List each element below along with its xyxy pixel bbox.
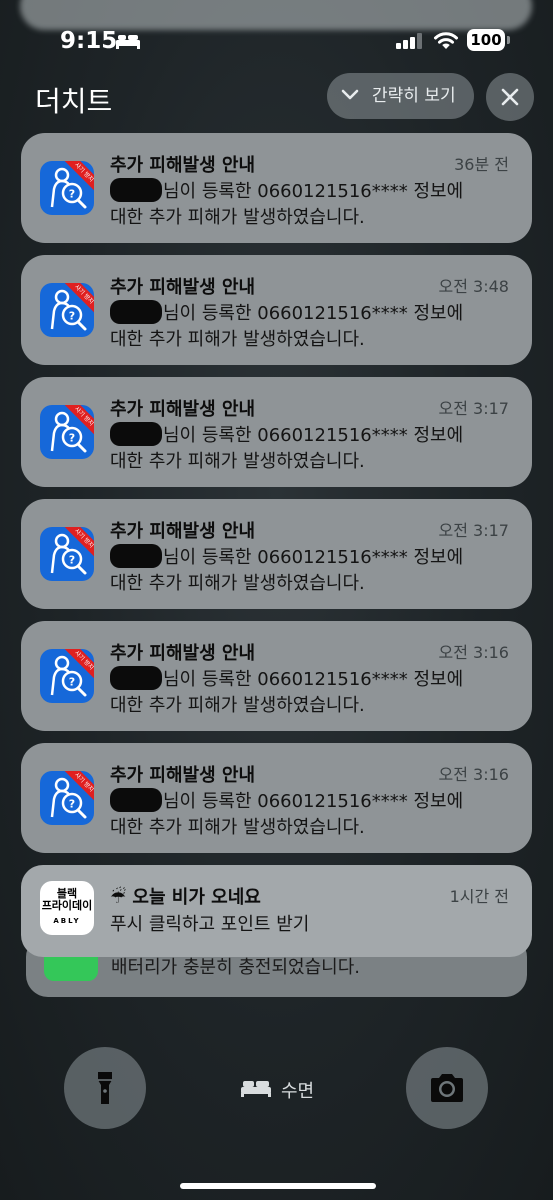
battery-indicator: 100 (467, 29, 505, 51)
sleep-bed-icon (116, 35, 140, 49)
svg-text:?: ? (69, 310, 75, 323)
redacted-name (110, 300, 162, 324)
notification-body: 님이 등록한 0660121516**** 정보에 대한 추가 피해가 발생하였… (110, 178, 510, 231)
show-less-button[interactable]: 간략히 보기 (327, 73, 474, 119)
notification-body: 님이 등록한 0660121516**** 정보에 대한 추가 피해가 발생하였… (110, 544, 510, 597)
notification-time: 오전 3:17 (438, 521, 509, 540)
svg-text:?: ? (69, 432, 75, 445)
home-indicator[interactable] (180, 1183, 376, 1189)
notification-body-line2: 대한 추가 피해가 발생하였습니다. (110, 207, 365, 228)
redacted-name (110, 178, 162, 202)
ably-notification-time: 1시간 전 (449, 887, 509, 906)
thecheat-app-icon: ? 사기 방지 (40, 527, 94, 581)
notification-body-line2: 대한 추가 피해가 발생하였습니다. (110, 451, 365, 472)
notification-card[interactable]: ? 사기 방지 추가 피해발생 안내 오전 3:48 님이 등록한 066012… (21, 255, 532, 365)
notification-body-line1: 님이 등록한 0660121516**** 정보에 (163, 547, 464, 568)
notification-time: 36분 전 (454, 155, 509, 174)
camera-button[interactable] (406, 1047, 488, 1129)
svg-text:?: ? (69, 554, 75, 567)
notification-card[interactable]: ? 사기 방지 추가 피해발생 안내 오전 3:16 님이 등록한 066012… (21, 621, 532, 731)
show-less-label: 간략히 보기 (372, 86, 456, 106)
notification-body-line2: 대한 추가 피해가 발생하였습니다. (110, 695, 365, 716)
notification-body-line1: 님이 등록한 0660121516**** 정보에 (163, 425, 464, 446)
notification-title: 추가 피해발생 안내 (110, 521, 256, 542)
notification-title: 추가 피해발생 안내 (110, 399, 256, 420)
notification-time: 오전 3:16 (438, 643, 509, 662)
ably-notification-body: 푸시 클릭하고 포인트 받기 (110, 914, 310, 935)
notification-time: 오전 3:48 (438, 277, 509, 296)
notification-time: 오전 3:17 (438, 399, 509, 418)
notification-card[interactable]: ? 사기 방지 추가 피해발생 안내 오전 3:16 님이 등록한 066012… (21, 743, 532, 853)
notification-card[interactable]: ? 사기 방지 추가 피해발생 안내 36분 전 님이 등록한 06601215… (21, 133, 532, 243)
notification-group-title: 더치트 (35, 85, 113, 118)
notification-title: 추가 피해발생 안내 (110, 765, 256, 786)
notification-body-line2: 대한 추가 피해가 발생하였습니다. (110, 817, 365, 838)
svg-text:?: ? (69, 676, 75, 689)
notification-body: 님이 등록한 0660121516**** 정보에 대한 추가 피해가 발생하였… (110, 666, 510, 719)
close-icon (501, 88, 519, 106)
notification-body: 님이 등록한 0660121516**** 정보에 대한 추가 피해가 발생하였… (110, 422, 510, 475)
camera-icon (431, 1074, 463, 1102)
flashlight-icon (98, 1072, 112, 1104)
redacted-name (110, 666, 162, 690)
previous-notification-blur (20, 0, 532, 30)
notification-time: 오전 3:16 (438, 765, 509, 784)
ably-notification-title: ☔ 오늘 비가 오네요 (110, 887, 261, 908)
thecheat-app-icon: ? 사기 방지 (40, 161, 94, 215)
notification-card[interactable]: ? 사기 방지 추가 피해발생 안내 오전 3:17 님이 등록한 066012… (21, 377, 532, 487)
ably-icon-line2: 프라이데이 (41, 899, 93, 912)
notification-body-line2: 대한 추가 피해가 발생하였습니다. (110, 573, 365, 594)
wifi-icon (434, 32, 458, 49)
notification-body: 님이 등록한 0660121516**** 정보에 대한 추가 피해가 발생하였… (110, 788, 510, 841)
svg-text:?: ? (69, 188, 75, 201)
ably-app-icon: 블랙 프라이데이 ABLY (40, 881, 94, 935)
notification-body-line1: 님이 등록한 0660121516**** 정보에 (163, 791, 464, 812)
thecheat-app-icon: ? 사기 방지 (40, 405, 94, 459)
redacted-name (110, 544, 162, 568)
battery-tip (507, 36, 510, 44)
notification-body: 님이 등록한 0660121516**** 정보에 대한 추가 피해가 발생하였… (110, 300, 510, 353)
redacted-name (110, 788, 162, 812)
notification-body-line1: 님이 등록한 0660121516**** 정보에 (163, 669, 464, 690)
thecheat-app-icon: ? 사기 방지 (40, 771, 94, 825)
thecheat-app-icon: ? 사기 방지 (40, 283, 94, 337)
cellular-signal-icon (396, 33, 422, 49)
sleep-bed-icon (241, 1081, 271, 1097)
notification-card[interactable]: ? 사기 방지 추가 피해발생 안내 오전 3:17 님이 등록한 066012… (21, 499, 532, 609)
status-time: 9:15 (60, 28, 118, 54)
notification-body-line1: 님이 등록한 0660121516**** 정보에 (163, 181, 464, 202)
thecheat-app-icon: ? 사기 방지 (40, 649, 94, 703)
notification-body-line1: 님이 등록한 0660121516**** 정보에 (163, 303, 464, 324)
notification-card-ably[interactable]: 블랙 프라이데이 ABLY ☔ 오늘 비가 오네요 1시간 전 푸시 클릭하고 … (21, 865, 532, 957)
notification-title: 추가 피해발생 안내 (110, 155, 256, 176)
svg-text:?: ? (69, 798, 75, 811)
flashlight-button[interactable] (64, 1047, 146, 1129)
clear-group-button[interactable] (486, 73, 534, 121)
ably-icon-line3: ABLY (53, 917, 81, 925)
chevron-down-icon (341, 89, 359, 100)
focus-mode-label: 수면 (281, 1081, 315, 1102)
notification-title: 추가 피해발생 안내 (110, 643, 256, 664)
notification-title: 추가 피해발생 안내 (110, 277, 256, 298)
redacted-name (110, 422, 162, 446)
notification-body-line2: 대한 추가 피해가 발생하였습니다. (110, 329, 365, 350)
